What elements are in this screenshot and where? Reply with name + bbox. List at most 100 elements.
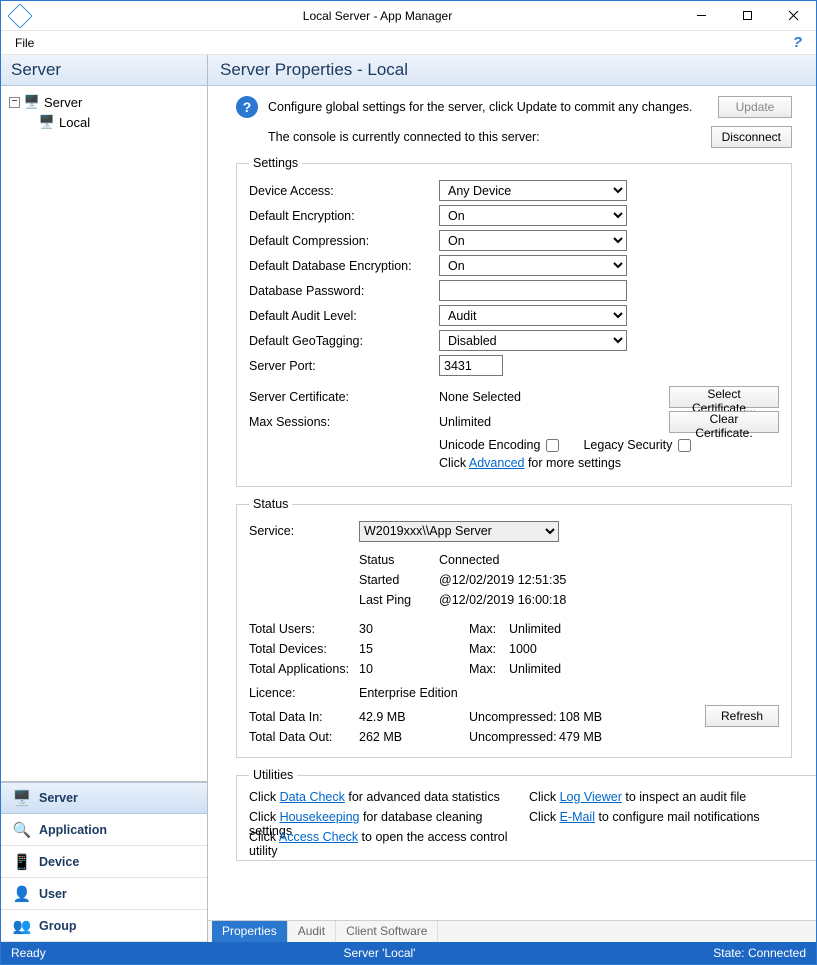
tree-child-local[interactable]: 🖥️ Local bbox=[9, 112, 199, 132]
max-users-v: Unlimited bbox=[509, 622, 589, 636]
right-panel: Server Properties - Local ? Configure gl… bbox=[208, 55, 816, 942]
update-button[interactable]: Update bbox=[718, 96, 792, 118]
default-compression-select[interactable]: On bbox=[439, 230, 627, 251]
db-password-input[interactable] bbox=[439, 280, 627, 301]
tree-child-label: Local bbox=[59, 115, 90, 130]
server-tree: − 🖥️ Server 🖥️ Local bbox=[1, 86, 207, 781]
nav-device[interactable]: 📱 Device bbox=[1, 846, 207, 878]
data-in-k: Total Data In: bbox=[249, 710, 359, 724]
data-out-uv: 479 MB bbox=[559, 730, 619, 744]
max-devices-v: 1000 bbox=[509, 642, 589, 656]
housekeeping-link[interactable]: Housekeeping bbox=[280, 810, 360, 824]
unicode-encoding-checkbox-label[interactable]: Unicode Encoding bbox=[439, 438, 559, 452]
status-v: Connected bbox=[439, 553, 499, 573]
settings-legend: Settings bbox=[249, 156, 302, 170]
left-panel: Server − 🖥️ Server 🖥️ Local 🖥️ Server bbox=[1, 55, 208, 942]
select-certificate-button[interactable]: Select Certificate... bbox=[669, 386, 779, 408]
access-check-link[interactable]: Access Check bbox=[279, 830, 358, 844]
total-apps-v: 10 bbox=[359, 662, 469, 676]
default-encryption-select[interactable]: On bbox=[439, 205, 627, 226]
user-icon: 👤 bbox=[11, 885, 33, 903]
bottom-tabs: Properties Audit Client Software bbox=[208, 920, 816, 942]
tab-audit[interactable]: Audit bbox=[288, 921, 336, 942]
maximize-button[interactable] bbox=[724, 1, 770, 31]
nav-label: Group bbox=[39, 919, 77, 933]
disconnect-button[interactable]: Disconnect bbox=[711, 126, 792, 148]
close-button[interactable] bbox=[770, 1, 816, 31]
help-icon[interactable]: ? bbox=[793, 34, 808, 51]
tab-client-software[interactable]: Client Software bbox=[336, 921, 438, 942]
status-left: Ready bbox=[11, 946, 46, 960]
window-title: Local Server - App Manager bbox=[37, 9, 718, 23]
nav-group[interactable]: 👥 Group bbox=[1, 910, 207, 942]
server-cert-label: Server Certificate: bbox=[249, 390, 439, 404]
lastping-k: Last Ping bbox=[359, 593, 439, 613]
data-out-uk: Uncompressed: bbox=[469, 730, 559, 744]
data-out-v: 262 MB bbox=[359, 730, 469, 744]
minimize-button[interactable] bbox=[678, 1, 724, 31]
status-legend: Status bbox=[249, 497, 292, 511]
nav-label: Server bbox=[39, 791, 78, 805]
max-apps-k: Max: bbox=[469, 662, 509, 676]
max-users-k: Max: bbox=[469, 622, 509, 636]
log-viewer-link[interactable]: Log Viewer bbox=[560, 790, 622, 804]
nav-user[interactable]: 👤 User bbox=[1, 878, 207, 910]
service-label: Service: bbox=[249, 524, 359, 538]
nav-list: 🖥️ Server 🔍 Application 📱 Device 👤 User … bbox=[1, 781, 207, 942]
settings-group: Settings Device Access: Any Device Defau… bbox=[236, 156, 792, 487]
tree-root[interactable]: − 🖥️ Server bbox=[9, 92, 199, 112]
total-devices-k: Total Devices: bbox=[249, 642, 359, 656]
refresh-button[interactable]: Refresh bbox=[705, 705, 779, 727]
tree-collapse-icon[interactable]: − bbox=[9, 97, 20, 108]
default-audit-select[interactable]: Audit bbox=[439, 305, 627, 326]
nav-label: Application bbox=[39, 823, 107, 837]
app-window: Local Server - App Manager File ? Server… bbox=[0, 0, 817, 965]
app-icon bbox=[7, 3, 32, 28]
nav-application[interactable]: 🔍 Application bbox=[1, 814, 207, 846]
default-db-encryption-label: Default Database Encryption: bbox=[249, 259, 439, 273]
default-db-encryption-select[interactable]: On bbox=[439, 255, 627, 276]
unicode-encoding-checkbox[interactable] bbox=[546, 439, 559, 452]
service-select[interactable]: W2019xxx\\App Server bbox=[359, 521, 559, 542]
menu-file[interactable]: File bbox=[9, 34, 40, 52]
device-access-select[interactable]: Any Device bbox=[439, 180, 627, 201]
advanced-link[interactable]: Advanced bbox=[469, 456, 525, 470]
group-icon: 👥 bbox=[11, 917, 33, 935]
max-devices-k: Max: bbox=[469, 642, 509, 656]
status-group: Status Service: W2019xxx\\App Server Sta… bbox=[236, 497, 792, 758]
server-cert-value: None Selected bbox=[439, 390, 669, 404]
info-row: ? Configure global settings for the serv… bbox=[236, 96, 792, 118]
nav-server[interactable]: 🖥️ Server bbox=[1, 782, 207, 814]
data-out-k: Total Data Out: bbox=[249, 730, 359, 744]
server-port-input[interactable] bbox=[439, 355, 503, 376]
email-link[interactable]: E-Mail bbox=[560, 810, 595, 824]
info-text: Configure global settings for the server… bbox=[268, 100, 708, 114]
server-node-icon: 🖥️ bbox=[39, 116, 55, 128]
advanced-row: Click Advanced for more settings bbox=[439, 456, 779, 476]
tree-root-label: Server bbox=[44, 95, 82, 110]
tab-properties[interactable]: Properties bbox=[212, 921, 288, 942]
legacy-security-checkbox[interactable] bbox=[678, 439, 691, 452]
server-icon: 🖥️ bbox=[11, 789, 33, 807]
nav-label: User bbox=[39, 887, 67, 901]
window-controls bbox=[678, 1, 816, 31]
status-right: State: Connected bbox=[713, 946, 806, 960]
clear-certificate-button[interactable]: Clear Certificate. bbox=[669, 411, 779, 433]
application-icon: 🔍 bbox=[11, 821, 33, 839]
total-devices-v: 15 bbox=[359, 642, 469, 656]
default-geo-select[interactable]: Disabled bbox=[439, 330, 627, 351]
total-users-k: Total Users: bbox=[249, 622, 359, 636]
connected-text: The console is currently connected to th… bbox=[268, 130, 711, 144]
menu-bar: File ? bbox=[1, 31, 816, 55]
default-audit-label: Default Audit Level: bbox=[249, 309, 439, 323]
default-compression-label: Default Compression: bbox=[249, 234, 439, 248]
max-sessions-label: Max Sessions: bbox=[249, 415, 439, 429]
licence-v: Enterprise Edition bbox=[359, 686, 458, 700]
legacy-security-checkbox-label[interactable]: Legacy Security bbox=[583, 438, 691, 452]
data-check-link[interactable]: Data Check bbox=[280, 790, 345, 804]
max-sessions-value: Unlimited bbox=[439, 415, 669, 429]
status-center: Server 'Local' bbox=[46, 946, 714, 960]
device-icon: 📱 bbox=[11, 853, 33, 871]
status-bar: Ready Server 'Local' State: Connected bbox=[1, 942, 816, 964]
licence-k: Licence: bbox=[249, 686, 359, 700]
